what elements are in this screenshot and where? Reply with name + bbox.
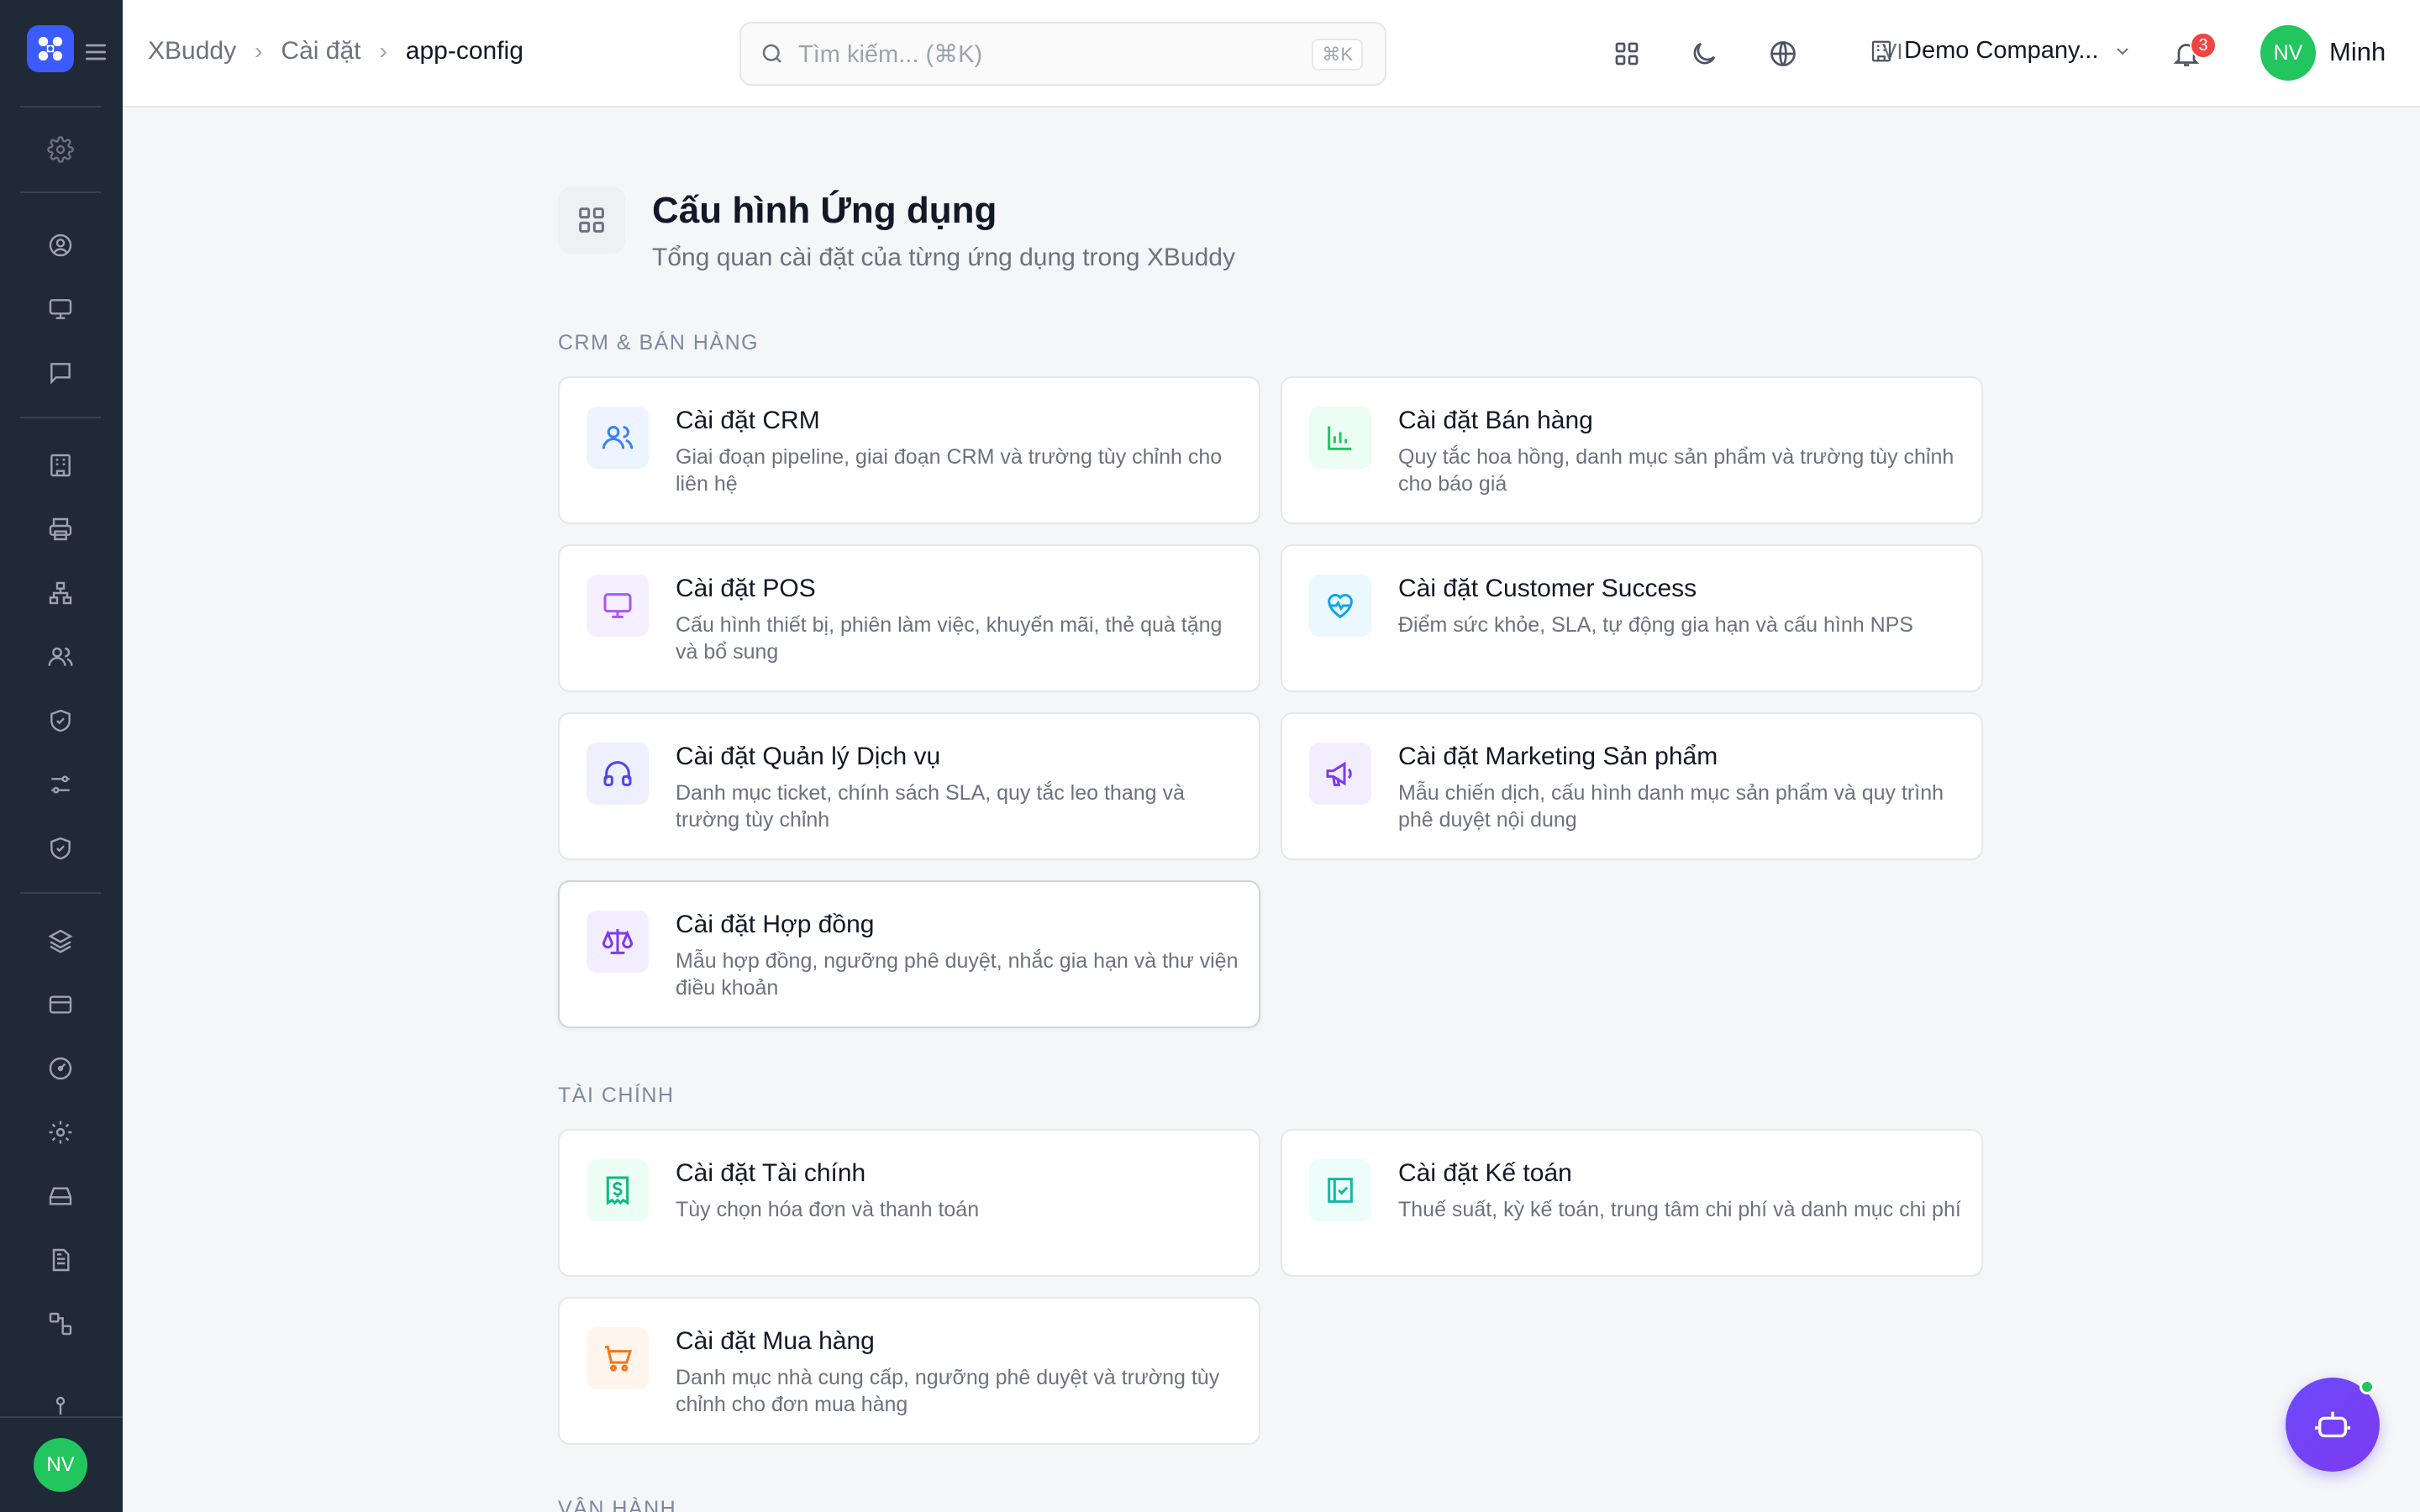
shield-check-icon[interactable]: [44, 832, 77, 865]
top-header: XBuddy › Cài đặt › app-config Tìm kiếm..…: [123, 0, 2420, 108]
building-icon[interactable]: [44, 449, 77, 482]
card-description: Thuế suất, kỳ kế toán, trung tâm chi phí…: [1398, 1198, 1961, 1221]
card-description: Danh mục nhà cung cấp, ngưỡng phê duyệt …: [676, 1366, 1220, 1416]
moon-icon[interactable]: [1687, 37, 1721, 71]
megaphone-icon: [1309, 743, 1371, 805]
settings-icon[interactable]: [44, 1116, 77, 1149]
online-status-dot: [2360, 1379, 2375, 1394]
notification-badge: 3: [2190, 32, 2217, 59]
breadcrumb: XBuddy › Cài đặt › app-config: [148, 37, 523, 66]
building-icon: [1871, 40, 1891, 61]
pin-icon[interactable]: [44, 1394, 77, 1415]
settings-card-contract[interactable]: Cài đặt Hợp đồng Mẫu hợp đồng, ngưỡng ph…: [558, 880, 1260, 1028]
settings-card-accounting[interactable]: Cài đặt Kế toán Thuế suất, kỳ kế toán, t…: [1281, 1129, 1983, 1277]
card-description: Tùy chọn hóa đơn và thanh toán: [676, 1198, 980, 1221]
bar-chart-icon: [1309, 407, 1371, 469]
hard-drive-icon[interactable]: [44, 1179, 77, 1213]
sidebar-divider: [20, 417, 101, 418]
headphones-icon: [587, 743, 649, 805]
users-icon[interactable]: [44, 640, 77, 674]
sliders-icon[interactable]: [44, 768, 77, 801]
section-label: CRM & BÁN HÀNG: [558, 331, 760, 354]
card-title: Cài đặt Marketing Sản phẩm: [1398, 743, 1718, 770]
monitor-icon[interactable]: [44, 292, 77, 326]
receipt-icon: [587, 1159, 649, 1221]
breadcrumb-settings[interactable]: Cài đặt: [281, 37, 360, 66]
card-description: Cấu hình thiết bị, phiên làm việc, khuyế…: [676, 613, 1223, 664]
user-circle-icon[interactable]: [44, 228, 77, 262]
settings-icon[interactable]: [44, 133, 77, 166]
card-title: Cài đặt Mua hàng: [676, 1327, 875, 1355]
card-title: Cài đặt POS: [676, 575, 816, 602]
search-icon: [762, 44, 781, 63]
robot-icon: [2315, 1411, 2350, 1438]
sidebar-divider: [20, 192, 101, 193]
settings-card-pos[interactable]: Cài đặt POS Cấu hình thiết bị, phiên làm…: [558, 544, 1260, 692]
sidebar-avatar[interactable]: NV: [34, 1438, 87, 1492]
ledger-check-icon: [1309, 1159, 1371, 1221]
org-chart-icon[interactable]: [44, 576, 77, 610]
section-label: VẬN HÀNH: [558, 1497, 677, 1512]
heart-pulse-icon: [1309, 575, 1371, 637]
monitor-icon: [587, 575, 649, 637]
apps-grid-icon[interactable]: [1610, 37, 1644, 71]
card-description: Quy tắc hoa hồng, danh mục sản phẩm và t…: [1398, 445, 1954, 496]
card-description: Điểm sức khỏe, SLA, tự động gia hạn và c…: [1398, 613, 1913, 637]
settings-card-product-marketing[interactable]: Cài đặt Marketing Sản phẩm Mẫu chiến dịc…: [1281, 712, 1983, 860]
chevron-down-icon: [2116, 47, 2128, 55]
globe-icon[interactable]: [1766, 37, 1800, 71]
breadcrumb-home[interactable]: XBuddy: [148, 37, 236, 66]
chat-icon[interactable]: [44, 356, 77, 390]
page-title: Cấu hình Ứng dụng: [652, 190, 997, 231]
logo-icon: [38, 36, 63, 61]
card-description: Danh mục ticket, chính sách SLA, quy tắc…: [676, 781, 1185, 832]
chevron-right-icon: ›: [255, 38, 263, 64]
cart-icon: [587, 1327, 649, 1389]
settings-card-crm[interactable]: Cài đặt CRM Giai đoạn pipeline, giai đoạ…: [558, 376, 1260, 524]
search-shortcut: ⌘K: [1312, 39, 1363, 71]
card-title: Cài đặt Quản lý Dịch vụ: [676, 743, 941, 770]
user-avatar[interactable]: NV: [2260, 25, 2316, 81]
search-placeholder: Tìm kiếm... (⌘K): [798, 40, 983, 68]
menu-toggle-icon[interactable]: [82, 39, 109, 70]
settings-card-customer-success[interactable]: Cài đặt Customer Success Điểm sức khỏe, …: [1281, 544, 1983, 692]
document-icon[interactable]: [44, 1243, 77, 1277]
section-label: TÀI CHÍNH: [558, 1084, 675, 1107]
card-description: Mẫu hợp đồng, ngưỡng phê duyệt, nhắc gia…: [676, 949, 1239, 1000]
settings-card-service[interactable]: Cài đặt Quản lý Dịch vụ Danh mục ticket,…: [558, 712, 1260, 860]
user-name[interactable]: Minh: [2329, 37, 2386, 67]
chevron-right-icon: ›: [379, 38, 387, 64]
sidebar: NV: [0, 0, 123, 1512]
apps-grid-icon: [558, 186, 625, 254]
app-logo[interactable]: [27, 25, 74, 72]
company-name: Demo Company...: [1904, 37, 2099, 64]
gauge-icon[interactable]: [44, 1052, 77, 1085]
company-selector[interactable]: Demo Company...: [1869, 37, 2133, 65]
card-title: Cài đặt Customer Success: [1398, 575, 1697, 602]
sidebar-divider: [20, 106, 101, 108]
layers-icon[interactable]: [44, 924, 77, 958]
card-title: Cài đặt Hợp đồng: [676, 911, 875, 938]
search-input[interactable]: Tìm kiếm... (⌘K) ⌘K: [739, 22, 1386, 86]
card-title: Cài đặt CRM: [676, 407, 820, 434]
scale-icon: [587, 911, 649, 973]
printer-icon[interactable]: [44, 512, 77, 546]
card-title: Cài đặt Kế toán: [1398, 1159, 1572, 1187]
sidebar-divider: [20, 892, 101, 894]
card-description: Mẫu chiến dịch, cấu hình danh mục sản ph…: [1398, 781, 1944, 832]
card-title: Cài đặt Tài chính: [676, 1159, 866, 1187]
card-description: Giai đoạn pipeline, giai đoạn CRM và trư…: [676, 445, 1223, 496]
settings-card-finance[interactable]: Cài đặt Tài chính Tùy chọn hóa đơn và th…: [558, 1129, 1260, 1277]
credit-card-icon[interactable]: [44, 988, 77, 1021]
settings-card-purchasing[interactable]: Cài đặt Mua hàng Danh mục nhà cung cấp, …: [558, 1297, 1260, 1445]
page-subtitle: Tổng quan cài đặt của từng ứng dụng tron…: [652, 244, 1235, 271]
users-icon: [587, 407, 649, 469]
card-title: Cài đặt Bán hàng: [1398, 407, 1593, 434]
breadcrumb-current: app-config: [405, 37, 523, 65]
workflow-icon[interactable]: [44, 1307, 77, 1341]
settings-card-sales[interactable]: Cài đặt Bán hàng Quy tắc hoa hồng, danh …: [1281, 376, 1983, 524]
shield-check-icon[interactable]: [44, 704, 77, 738]
